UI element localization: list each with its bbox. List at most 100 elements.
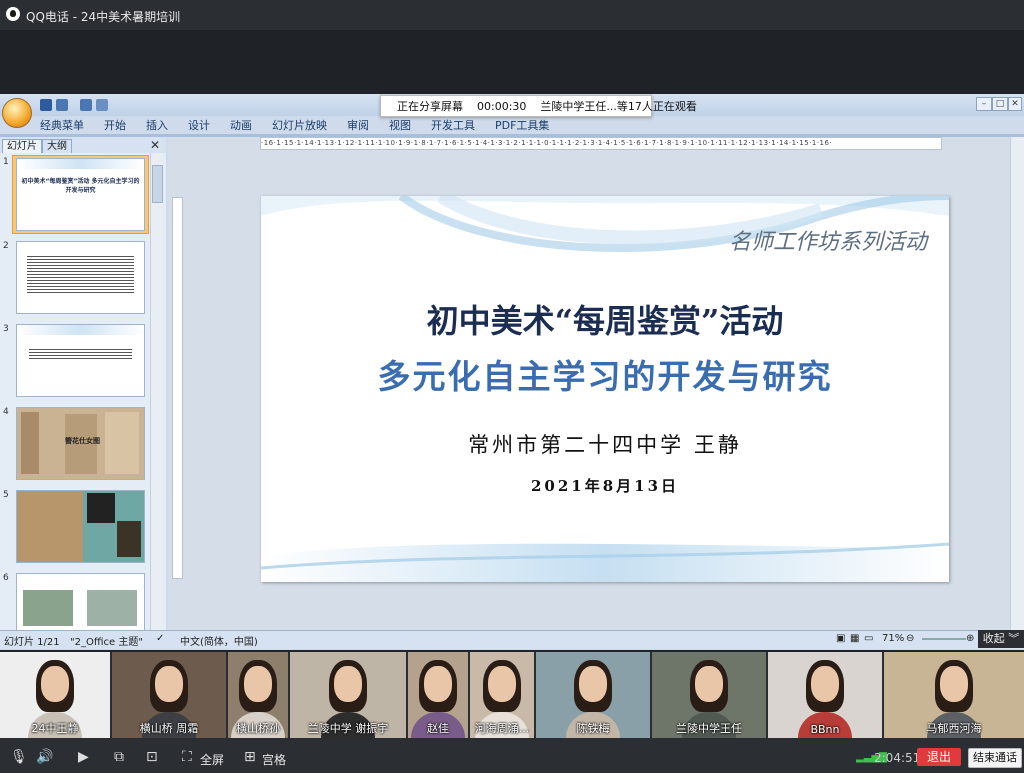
maximize-icon[interactable]: □	[992, 97, 1008, 111]
microphone-icon[interactable]: 🎙	[10, 749, 28, 765]
minimize-icon[interactable]: –	[976, 97, 992, 111]
undo-icon[interactable]	[56, 99, 68, 111]
qq-title-bar: QQ电话 - 24中美术暑期培训	[0, 0, 1024, 30]
tab-outline[interactable]: 大纲	[42, 139, 72, 153]
annotation-icon[interactable]: ⊡	[146, 749, 158, 765]
participant-face	[695, 666, 723, 702]
slide-thumbnail[interactable]	[16, 490, 145, 563]
slide-subtitle: 多元化自主学习的开发与研究	[377, 357, 833, 396]
close-icon[interactable]: ✕	[1008, 97, 1022, 111]
shared-screen: 正在分享屏幕 00:00:30 兰陵中学王任...等17人正在观看 – □ ✕ …	[0, 94, 1024, 650]
redo-icon[interactable]	[80, 99, 92, 111]
ribbon-tab[interactable]: 幻灯片放映	[262, 118, 337, 134]
participant-face	[334, 666, 362, 702]
participant-tile[interactable]: 横山桥 周霜	[112, 652, 226, 738]
sorter-view-icon[interactable]: ▦	[850, 633, 859, 644]
slide-thumbnail[interactable]: 簪花仕女图	[16, 407, 145, 480]
participant-tile[interactable]: BBnn	[768, 652, 882, 738]
end-call-button[interactable]: 结束通话	[968, 748, 1022, 768]
save-icon[interactable]	[40, 99, 52, 111]
ribbon-tab[interactable]: PDF工具集	[485, 118, 559, 134]
slide-editor: ·16·1·15·1·14·1·13·1·12·1·11·1·10·1·9·1·…	[168, 137, 1024, 630]
participant-name: 赵佳	[427, 722, 449, 735]
thumb-title: 初中美术“每周鉴赏”活动 多元化自主学习的开发与研究	[21, 178, 140, 194]
participant-name: 横山桥孙	[236, 722, 280, 735]
thumb-number: 1	[3, 157, 9, 167]
language: 中文(简体，中国)	[180, 637, 258, 648]
window-title: QQ电话 - 24中美术暑期培训	[26, 10, 181, 24]
call-toolbar: 🎙 🔊 ▶ ⧉ ⊡ ⛶ 全屏 ⊞ 宫格 ▂▃▅▇ 2:04:51 退出 结束通话	[0, 740, 1024, 773]
theme-name: "2_Office 主题"	[70, 637, 143, 648]
share-viewers: 兰陵中学王任...等17人正在观看	[540, 100, 697, 113]
editor-scrollbar[interactable]	[1010, 137, 1024, 630]
thumb-title: 簪花仕女图	[65, 437, 100, 445]
participant-face	[579, 666, 607, 702]
qq-logo-icon	[6, 7, 20, 21]
slideshow-view-icon[interactable]: ▭	[864, 633, 873, 644]
participant-tile[interactable]: 24中王静	[0, 652, 110, 738]
participant-tile[interactable]: 兰陵中学王任	[652, 652, 766, 738]
participant-name: 马郁西河海	[926, 722, 982, 735]
zoom-out-icon[interactable]: ⊖	[906, 633, 914, 644]
ribbon-tab[interactable]: 经典菜单	[30, 118, 94, 134]
pane-close-icon[interactable]: ✕	[150, 138, 160, 152]
ribbon-tab[interactable]: 动画	[220, 118, 262, 134]
camera-icon[interactable]: ▶	[78, 749, 89, 765]
zoom-in-icon[interactable]: ⊕	[966, 633, 974, 644]
participant-name: 兰陵中学 谢振宇	[307, 722, 389, 735]
ribbon-tabs: 经典菜单 开始 插入 设计 动画 幻灯片放映 审阅 视图 开发工具 PDF工具集	[30, 118, 1024, 134]
scroll-thumb[interactable]	[152, 165, 163, 203]
participant-face	[488, 666, 516, 702]
call-duration: 2:04:51	[874, 751, 921, 765]
thumb-number: 4	[3, 407, 9, 417]
participant-tile[interactable]: 陈铁梅	[536, 652, 650, 738]
spellcheck-icon[interactable]: ✓	[156, 633, 164, 644]
horizontal-ruler: ·16·1·15·1·14·1·13·1·12·1·11·1·10·1·9·1·…	[260, 137, 942, 150]
slide-thumbnail[interactable]	[16, 573, 145, 630]
ribbon-tab[interactable]: 开发工具	[421, 118, 485, 134]
slide-date: 2021年8月13日	[530, 477, 680, 495]
participant-videos: 24中王静 横山桥 周霜 横山桥孙 兰陵中学 谢振宇 赵佳 河海周涌... 陈铁梅 兰陵中学王…	[0, 652, 1024, 740]
exit-button[interactable]: 退出	[917, 748, 961, 766]
thumb-number: 2	[3, 241, 9, 251]
participant-face	[155, 666, 183, 702]
ribbon-tab[interactable]: 开始	[94, 118, 136, 134]
ribbon-tab[interactable]: 视图	[379, 118, 421, 134]
slide-thumbnail[interactable]: 初中美术“每周鉴赏”活动 多元化自主学习的开发与研究	[16, 158, 145, 231]
share-screen-icon[interactable]: ⧉	[114, 749, 124, 765]
speaker-icon[interactable]: 🔊	[36, 749, 53, 765]
ribbon-tab[interactable]: 设计	[178, 118, 220, 134]
thumbs-scrollbar[interactable]	[150, 153, 163, 630]
participant-name: 陈铁梅	[576, 722, 610, 735]
tab-slides[interactable]: 幻灯片	[2, 139, 42, 153]
quick-access-dropdown-icon[interactable]	[96, 99, 108, 111]
vertical-ruler	[172, 197, 183, 579]
ribbon-tab[interactable]: 插入	[136, 118, 178, 134]
participant-tile[interactable]: 兰陵中学 谢振宇	[290, 652, 406, 738]
current-slide[interactable]: 名师工作坊系列活动 初中美术“每周鉴赏”活动 多元化自主学习的开发与研究 常州市…	[261, 196, 949, 582]
participant-name: 24中王静	[31, 722, 79, 735]
thumb-number: 5	[3, 490, 9, 500]
participant-tile[interactable]: 马郁西河海	[884, 652, 1024, 738]
office-button[interactable]	[2, 98, 32, 128]
video-stage-background	[0, 30, 1024, 94]
zoom-slider[interactable]	[922, 638, 966, 640]
ribbon-tab[interactable]: 审阅	[337, 118, 379, 134]
participant-tile[interactable]: 横山桥孙	[228, 652, 288, 738]
zoom-level: 71%	[882, 633, 905, 644]
share-timer: 00:00:30	[477, 99, 527, 113]
fullscreen-icon[interactable]: ⛶	[182, 749, 192, 765]
slide-author: 常州市第二十四中学 王静	[468, 433, 742, 457]
collapse-button[interactable]: 收起 ︾	[978, 630, 1024, 648]
thumb-number: 6	[3, 573, 9, 583]
participant-tile[interactable]: 河海周涌...	[470, 652, 534, 738]
grid-button[interactable]: 宫格	[262, 751, 286, 768]
normal-view-icon[interactable]: ▣	[836, 633, 845, 644]
participant-tile[interactable]: 赵佳	[408, 652, 468, 738]
slide-thumbnails: 1 初中美术“每周鉴赏”活动 多元化自主学习的开发与研究 2 3 4 簪花仕女图…	[0, 153, 166, 630]
grid-icon[interactable]: ⊞	[244, 749, 256, 765]
participant-face	[811, 666, 839, 702]
slide-thumbnail[interactable]	[16, 241, 145, 314]
fullscreen-button[interactable]: 全屏	[200, 751, 224, 768]
slide-thumbnail[interactable]	[16, 324, 145, 397]
